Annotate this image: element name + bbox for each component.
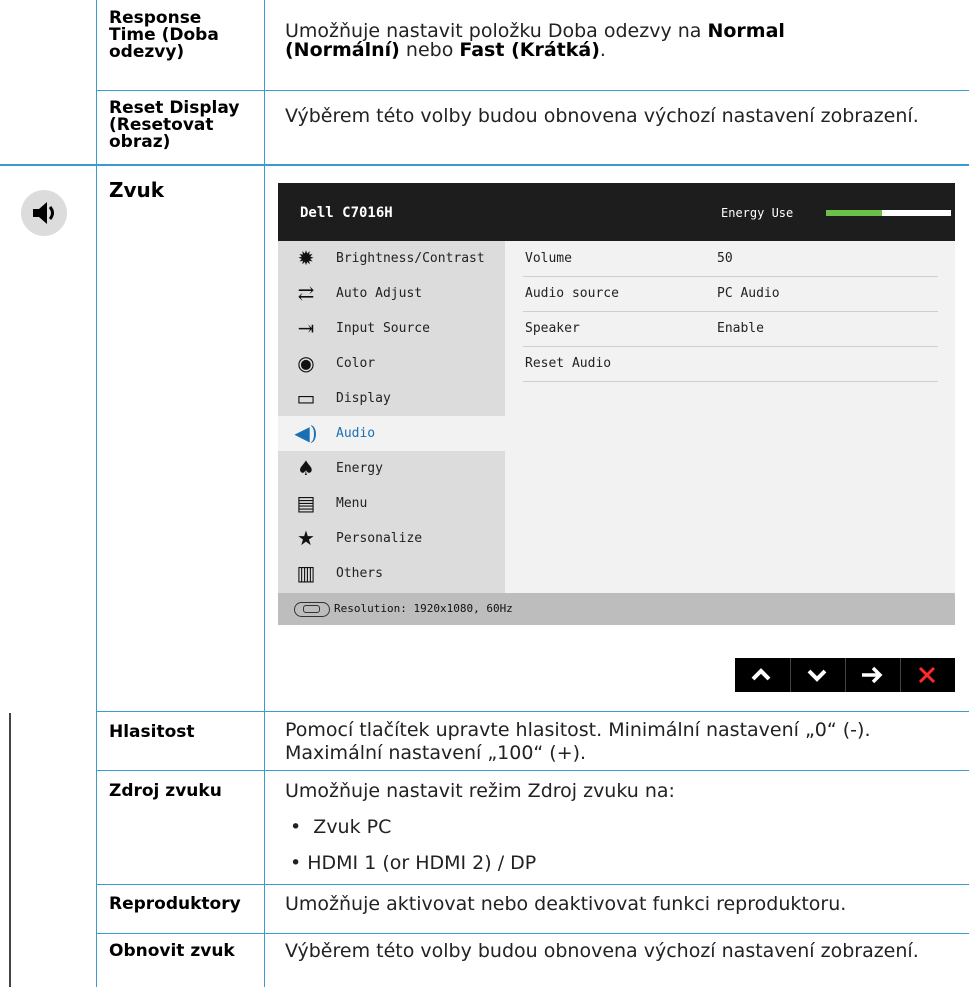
audio-source-option: • Zvuk PC bbox=[290, 816, 392, 838]
osd-footer: Resolution: 1920x1080, 60Hz bbox=[278, 593, 955, 625]
menu-item-color[interactable]: ◉ Color bbox=[278, 346, 505, 381]
up-button[interactable] bbox=[735, 658, 788, 692]
resolution-icon bbox=[294, 602, 330, 617]
menu-item-display[interactable]: ▭ Display bbox=[278, 381, 505, 416]
down-button[interactable] bbox=[790, 658, 844, 692]
speaker-label: Reproduktory bbox=[109, 894, 241, 914]
reset-display-description: Výběrem této volby budou obnovena výchoz… bbox=[285, 105, 919, 127]
enter-button[interactable] bbox=[845, 658, 899, 692]
osd-header: Dell C7016H Energy Use bbox=[278, 183, 955, 241]
menu-item-audio[interactable]: ◀) Audio bbox=[278, 416, 505, 451]
brightness-icon: ✹ bbox=[297, 246, 315, 270]
close-icon bbox=[918, 666, 936, 684]
osd-menu-screenshot: Dell C7016H Energy Use ✹ Brightness/Cont… bbox=[278, 183, 955, 625]
response-time-description: Umožňuje nastavit položku Doba odezvy na… bbox=[285, 20, 785, 61]
row-divider bbox=[96, 884, 969, 885]
input-source-icon: ⇥ bbox=[297, 316, 315, 340]
arrow-right-icon bbox=[862, 666, 883, 684]
energy-icon: ♠ bbox=[297, 456, 315, 480]
monitor-model: Dell C7016H bbox=[300, 205, 393, 221]
chevron-down-icon bbox=[807, 669, 827, 682]
menu-icon: ▤ bbox=[296, 491, 316, 515]
row-divider bbox=[96, 770, 969, 771]
exit-button[interactable] bbox=[900, 658, 954, 692]
audio-icon: ◀) bbox=[294, 421, 318, 445]
audio-label: Zvuk bbox=[109, 178, 165, 202]
others-icon: ▥ bbox=[296, 561, 316, 585]
volume-description: Pomocí tlačítek upravte hlasitost. Minim… bbox=[285, 719, 871, 764]
speaker-icon bbox=[21, 190, 67, 236]
reset-display-label: Reset Display (Resetovat obraz) bbox=[109, 98, 240, 152]
setting-row-audio-source[interactable]: Audio source PC Audio bbox=[523, 276, 938, 312]
star-icon: ★ bbox=[297, 526, 315, 550]
energy-use-fill bbox=[826, 210, 883, 216]
volume-label: Hlasitost bbox=[109, 722, 195, 742]
menu-item-energy[interactable]: ♠ Energy bbox=[278, 451, 505, 486]
setting-row-volume[interactable]: Volume 50 bbox=[523, 241, 938, 277]
setting-row-speaker[interactable]: Speaker Enable bbox=[523, 311, 938, 347]
row-divider bbox=[96, 933, 969, 934]
osd-side-menu: ✹ Brightness/Contrast ⇄ Auto Adjust ⇥ In… bbox=[278, 241, 505, 593]
audio-source-label: Zdroj zvuku bbox=[109, 781, 222, 801]
resolution-text: Resolution: 1920x1080, 60Hz bbox=[334, 602, 513, 615]
menu-item-others[interactable]: ▥ Others bbox=[278, 556, 505, 591]
energy-use-bar bbox=[826, 210, 951, 216]
menu-item-personalize[interactable]: ★ Personalize bbox=[278, 521, 505, 556]
energy-use-label: Energy Use bbox=[721, 206, 794, 220]
osd-audio-settings: Volume 50 Audio source PC Audio Speaker … bbox=[505, 241, 955, 593]
auto-adjust-icon: ⇄ bbox=[297, 281, 315, 305]
row-divider bbox=[0, 164, 969, 166]
audio-source-option: • HDMI 1 (or HDMI 2) / DP bbox=[290, 852, 537, 874]
left-margin-rule bbox=[9, 713, 11, 987]
display-icon: ▭ bbox=[296, 386, 316, 410]
row-divider bbox=[96, 711, 969, 712]
setting-row-reset-audio[interactable]: Reset Audio bbox=[523, 346, 938, 382]
menu-item-menu[interactable]: ▤ Menu bbox=[278, 486, 505, 521]
menu-item-auto-adjust[interactable]: ⇄ Auto Adjust bbox=[278, 276, 505, 311]
menu-item-brightness-contrast[interactable]: ✹ Brightness/Contrast bbox=[278, 241, 505, 276]
audio-source-description: Umožňuje nastavit režim Zdroj zvuku na: bbox=[285, 780, 675, 802]
column-divider-right bbox=[264, 0, 265, 987]
column-divider-left bbox=[96, 0, 97, 987]
speaker-description: Umožňuje aktivovat nebo deaktivovat funk… bbox=[285, 893, 847, 915]
response-time-label: Response Time (Doba odezvy) bbox=[109, 8, 219, 62]
reset-audio-label: Obnovit zvuk bbox=[109, 941, 235, 961]
row-divider bbox=[96, 90, 969, 91]
color-icon: ◉ bbox=[297, 351, 315, 375]
menu-item-input-source[interactable]: ⇥ Input Source bbox=[278, 311, 505, 346]
osd-button-bar bbox=[735, 658, 955, 692]
reset-audio-description: Výběrem této volby budou obnovena výchoz… bbox=[285, 940, 919, 962]
chevron-up-icon bbox=[751, 668, 771, 681]
